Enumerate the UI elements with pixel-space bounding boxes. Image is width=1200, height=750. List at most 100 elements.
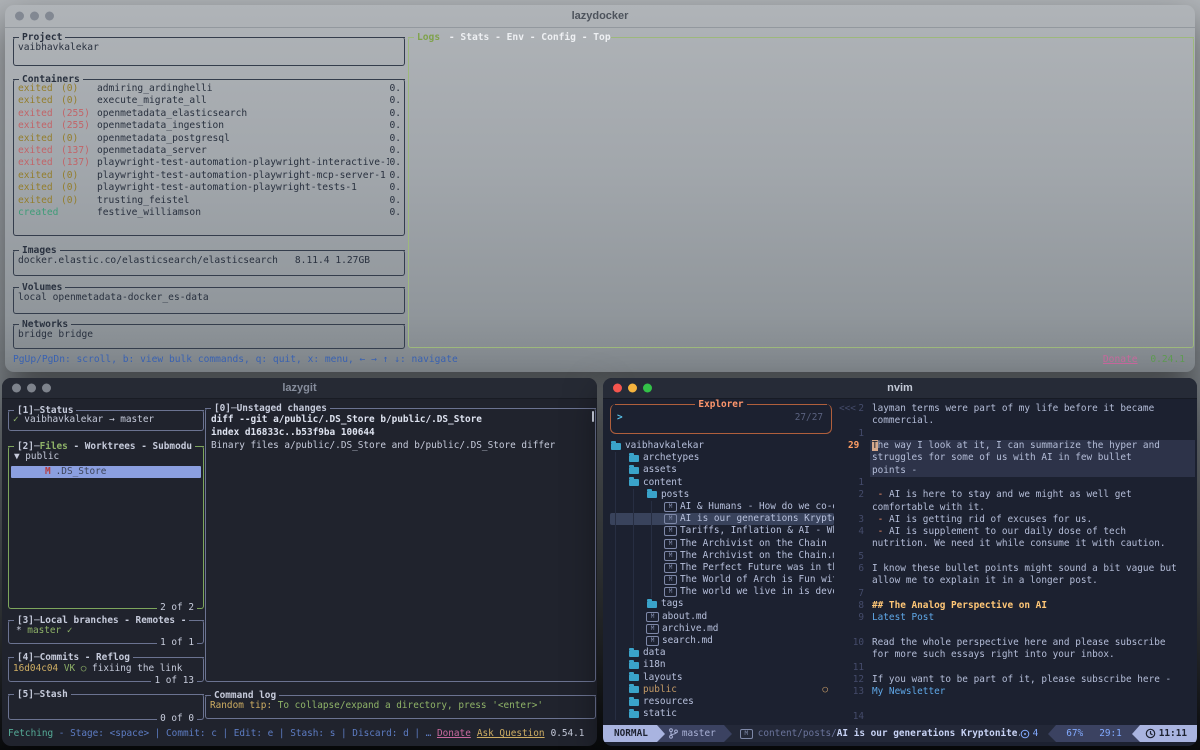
tree-item[interactable]: MThe World of Arch is Fun with O	[610, 574, 834, 586]
buffer-line[interactable]: 1	[838, 477, 1195, 489]
tree-item[interactable]: MThe world we live in is devoid	[610, 586, 834, 598]
container-row[interactable]: exited(0)trusting_feistel0.	[14, 195, 404, 207]
tree-item[interactable]: assets	[610, 464, 834, 476]
buffer-line[interactable]: commercial.	[838, 415, 1195, 427]
close-button[interactable]	[12, 384, 21, 393]
buffer-line[interactable]: 4 - AI is supplement to our daily dose o…	[838, 526, 1195, 538]
container-row[interactable]: exited(255)openmetadata_elasticsearch0.	[14, 108, 404, 120]
buffer-line[interactable]	[838, 625, 1195, 637]
tree-item[interactable]: i18n	[610, 659, 834, 671]
project-panel[interactable]: Project vaibhavkalekar	[13, 37, 405, 66]
files-panel[interactable]: [2]─Files - Worktrees - Submodu ▼ public…	[8, 446, 204, 609]
images-panel[interactable]: Images docker.elastic.co/elasticsearch/e…	[13, 250, 405, 276]
container-row[interactable]: exited(137)playwright-test-automation-pl…	[14, 157, 404, 169]
tree-item[interactable]: MAI & Humans - How do we co-exis	[610, 501, 834, 513]
buffer-line[interactable]: 14	[838, 711, 1195, 723]
tree-item[interactable]: MAI is our generations Kryptonit	[610, 513, 834, 525]
close-button[interactable]	[613, 384, 622, 393]
tree-item[interactable]: MThe Archivist on the Chain - Ep	[610, 538, 834, 550]
tree-item[interactable]: MThe Archivist on the Chain.md	[610, 550, 834, 562]
logs-panel[interactable]: Logs - Stats - Env - Config - Top	[408, 37, 1194, 348]
branches-panel[interactable]: [3]─Local branches - Remotes - * master …	[8, 620, 204, 644]
buffer-line[interactable]: 9Latest Post	[838, 612, 1195, 624]
buffer-line[interactable]: comfortable with it.	[838, 502, 1195, 514]
container-row[interactable]: exited(0)playwright-test-automation-play…	[14, 182, 404, 194]
buffer-line[interactable]: <<<2layman terms were part of my life be…	[838, 403, 1195, 415]
tree-item[interactable]: Mabout.md	[610, 611, 834, 623]
buffer-line[interactable]: 11	[838, 662, 1195, 674]
branch-master[interactable]: master	[27, 625, 61, 636]
command-log-panel[interactable]: Command log Random tip: To collapse/expa…	[205, 695, 596, 719]
volumes-panel[interactable]: Volumes local openmetadata-docker_es-dat…	[13, 287, 405, 314]
minimize-button[interactable]	[27, 384, 36, 393]
buffer-line[interactable]: struggles for some of us with AI in few …	[838, 452, 1195, 464]
selected-file-row[interactable]: M.DS_Store	[11, 466, 201, 478]
buffer-line[interactable]: 5	[838, 551, 1195, 563]
buffer-line[interactable]: 12If you want to be part of it, please s…	[838, 674, 1195, 686]
tree-item[interactable]: archetypes	[610, 452, 834, 464]
tree-item[interactable]: data	[610, 647, 834, 659]
container-row[interactable]: exited(137)openmetadata_server0.	[14, 145, 404, 157]
buffer-line[interactable]: 8## The Analog Perspective on AI	[838, 600, 1195, 612]
donate-link[interactable]: Donate	[437, 728, 471, 739]
buffer-line[interactable]: allow me to explain it in a longer post.	[838, 575, 1195, 587]
remotes-tab[interactable]: - Remotes -	[119, 615, 187, 626]
container-row[interactable]: exited(0)openmetadata_postgresql0.	[14, 133, 404, 145]
unstaged-changes-panel[interactable]: [0]─Unstaged changes diff --git a/public…	[205, 408, 596, 682]
buffer-line[interactable]: points -	[838, 465, 1195, 477]
worktrees-submodules-tabs[interactable]: - Worktrees - Submodu	[68, 441, 192, 452]
reflog-tab[interactable]: - Reflog	[79, 652, 130, 663]
close-button[interactable]	[15, 12, 24, 21]
container-row[interactable]: exited(0)playwright-test-automation-play…	[14, 170, 404, 182]
zoom-button[interactable]	[42, 384, 51, 393]
ask-question-link[interactable]: Ask Question	[477, 728, 545, 739]
tabs-stats-env-config-top[interactable]: - Stats - Env - Config - Top	[443, 32, 611, 43]
editor-buffer[interactable]: <<<2layman terms were part of my life be…	[838, 403, 1195, 724]
lazydocker-titlebar[interactable]: lazydocker	[5, 5, 1195, 28]
stash-panel[interactable]: [5]─Stash 0 of 0	[8, 694, 204, 720]
containers-panel[interactable]: Containers exited(0)admiring_ardinghelli…	[13, 79, 405, 236]
donate-link[interactable]: Donate	[1103, 354, 1138, 365]
buffer-line[interactable]: 2 - AI is here to stay and we might as w…	[838, 489, 1195, 501]
commit-row[interactable]: 16d04c04 VK ○ fixiing the link	[13, 663, 200, 674]
tree-item[interactable]: layouts	[610, 672, 834, 684]
git-branch-segment[interactable]: master	[665, 725, 724, 742]
buffer-line[interactable]: 13My Newsletter	[838, 686, 1195, 698]
commits-panel[interactable]: [4]─Commits - Reflog 16d04c04 VK ○ fixii…	[8, 657, 204, 682]
tree-item[interactable]: MThe Perfect Future was in the P	[610, 562, 834, 574]
files-tab[interactable]: Files	[40, 441, 68, 452]
container-row[interactable]: exited(255)openmetadata_ingestion0.	[14, 120, 404, 132]
tree-item[interactable]: tags	[610, 598, 834, 610]
buffer-line[interactable]: 6I know these bullet points might sound …	[838, 563, 1195, 575]
tree-item[interactable]: public○	[610, 684, 834, 696]
minimize-button[interactable]	[30, 12, 39, 21]
tree-item[interactable]: vaibhavkalekar	[610, 440, 834, 452]
lazygit-titlebar[interactable]: lazygit	[2, 378, 597, 399]
container-row[interactable]: createdfestive_williamson0.	[14, 207, 404, 219]
tree-item[interactable]: MTariffs, Inflation & AI - Why t	[610, 525, 834, 537]
nvim-titlebar[interactable]: nvim	[603, 378, 1197, 399]
tree-item[interactable]: content	[610, 477, 834, 489]
tree-item[interactable]: resources	[610, 696, 834, 708]
buffer-line[interactable]: 1	[838, 428, 1195, 440]
networks-panel[interactable]: Networks bridge bridge	[13, 324, 405, 349]
commits-tab[interactable]: Commits	[40, 652, 80, 663]
tree-dir-public[interactable]: ▼ public	[14, 451, 200, 462]
buffer-line[interactable]: for more such essays right into your inb…	[838, 649, 1195, 661]
zoom-button[interactable]	[45, 12, 54, 21]
branches-tab[interactable]: Local branches	[40, 615, 119, 626]
buffer-line[interactable]: 3 - AI is getting rid of excuses for us.	[838, 514, 1195, 526]
buffer-line[interactable]: 7	[838, 588, 1195, 600]
tab-logs[interactable]: Logs	[417, 32, 440, 43]
container-row[interactable]: exited(0)admiring_ardinghelli0.	[14, 83, 404, 95]
tree-item[interactable]: Marchive.md	[610, 623, 834, 635]
buffer-line[interactable]	[838, 699, 1195, 711]
buffer-line[interactable]: nutrition. We need it while consume it w…	[838, 538, 1195, 550]
buffer-line[interactable]: 10Read the whole perspective here and pl…	[838, 637, 1195, 649]
status-panel[interactable]: [1]─Status ✓ vaibhavkalekar → master	[8, 410, 204, 431]
zoom-button[interactable]	[643, 384, 652, 393]
tree-item[interactable]: Msearch.md	[610, 635, 834, 647]
minimize-button[interactable]	[628, 384, 637, 393]
tree-item[interactable]: static	[610, 708, 834, 720]
buffer-line[interactable]: 29The way I look at it, I can summarize …	[838, 440, 1195, 452]
